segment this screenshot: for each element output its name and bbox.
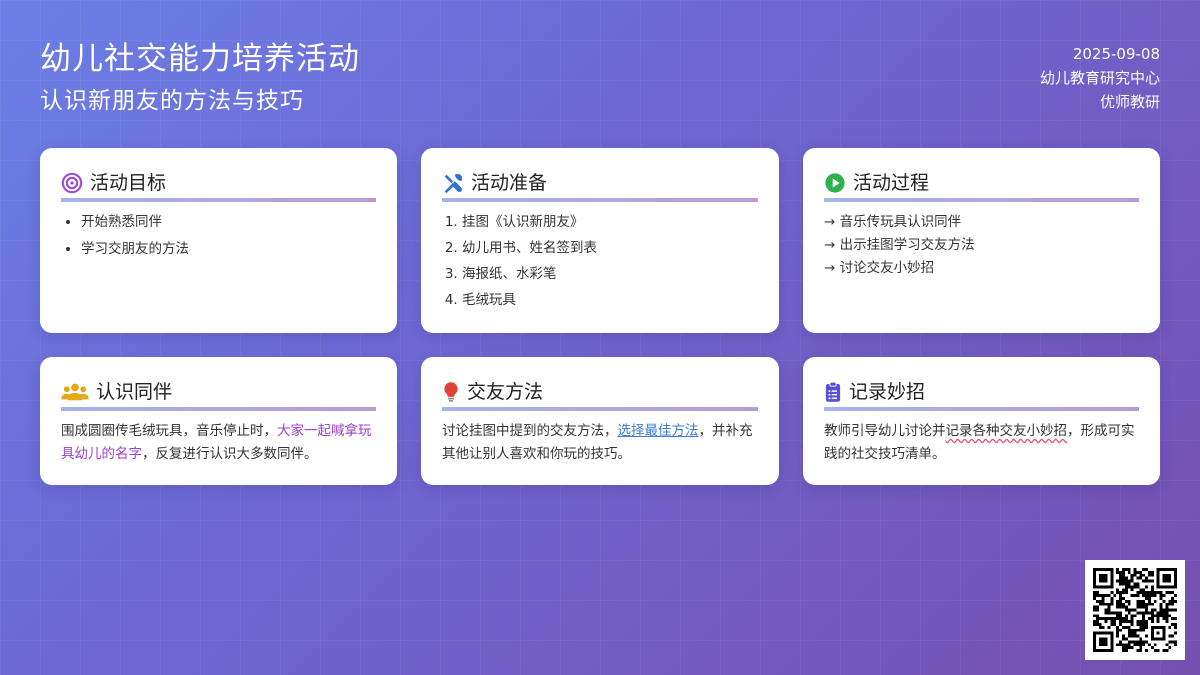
card-title: 交友方法	[467, 381, 544, 403]
tools-icon	[442, 172, 464, 194]
meta-info: 2025-09-08 幼儿教育研究中心 优师教研	[1040, 42, 1160, 114]
card-process: 活动过程 → 音乐传玩具认识同伴 → 出示挂图学习交友方法 → 讨论交友小妙招	[803, 148, 1160, 333]
card-body: 教师引导幼儿讨论并记录各种交友小妙招，形成可实践的社交技巧清单。	[824, 420, 1139, 466]
card-record: 记录妙招 教师引导幼儿讨论并记录各种交友小妙招，形成可实践的社交技巧清单。	[803, 357, 1160, 485]
description-text: 围成圆圈传毛绒玩具，音乐停止时，	[61, 423, 277, 439]
card-title: 活动目标	[90, 172, 167, 194]
qr-code-image	[1093, 568, 1177, 652]
card-header: 认识同伴	[61, 379, 376, 411]
target-icon	[61, 172, 83, 194]
author-label: 优师教研	[1099, 93, 1160, 111]
card-header: 活动准备	[442, 170, 758, 202]
card-methods: 交友方法 讨论挂图中提到的交友方法，选择最佳方法，并补充其他让别人喜欢和你玩的技…	[421, 357, 779, 485]
description-text: ，反复进行认识大多数同伴。	[142, 446, 318, 462]
page-title: 幼儿社交能力培养活动	[40, 41, 360, 77]
card-goals: 活动目标 开始熟悉同伴 学习交朋友的方法	[40, 148, 397, 333]
step-item: → 出示挂图学习交友方法	[824, 237, 975, 253]
card-header: 交友方法	[442, 379, 758, 411]
clipboard-icon	[824, 381, 842, 403]
card-header: 活动目标	[61, 170, 376, 202]
card-header: 活动过程	[824, 170, 1139, 202]
list-item: 挂图《认识新朋友》	[462, 211, 758, 234]
list-item: 开始熟悉同伴	[81, 211, 376, 234]
description-text: 教师引导幼儿讨论并	[824, 423, 946, 439]
description-text: 讨论挂图中提到的交友方法，	[442, 423, 618, 439]
date-label: 2025-09-08	[1072, 45, 1160, 63]
list-item: 学习交朋友的方法	[81, 238, 376, 261]
card-header: 记录妙招	[824, 379, 1139, 411]
card-body: 围成圆圈传毛绒玩具，音乐停止时，大家一起喊拿玩具幼儿的名字，反复进行认识大多数同…	[61, 420, 376, 466]
list-item: 幼儿用书、姓名签到表	[462, 237, 758, 260]
card-body: 讨论挂图中提到的交友方法，选择最佳方法，并补充其他让别人喜欢和你玩的技巧。	[442, 420, 758, 466]
highlight-link[interactable]: 选择最佳方法	[618, 423, 699, 439]
card-body: 开始熟悉同伴 学习交朋友的方法	[61, 211, 376, 261]
step-item: → 讨论交友小妙招	[824, 260, 935, 276]
card-title: 活动准备	[471, 172, 548, 194]
play-icon	[824, 172, 846, 194]
qr-code	[1085, 560, 1185, 660]
organization-label: 幼儿教育研究中心	[1039, 69, 1160, 87]
step-item: → 音乐传玩具认识同伴	[824, 214, 962, 230]
card-title: 活动过程	[853, 172, 930, 194]
list-item: 海报纸、水彩笔	[462, 263, 758, 286]
page-subtitle: 认识新朋友的方法与技巧	[40, 88, 304, 114]
card-body: 挂图《认识新朋友》 幼儿用书、姓名签到表 海报纸、水彩笔 毛绒玩具	[442, 211, 758, 312]
list-item: 毛绒玩具	[462, 289, 758, 312]
users-icon	[61, 381, 89, 403]
card-peers: 认识同伴 围成圆圈传毛绒玩具，音乐停止时，大家一起喊拿玩具幼儿的名字，反复进行认…	[40, 357, 397, 485]
card-title: 认识同伴	[96, 381, 173, 403]
card-title: 记录妙招	[849, 381, 926, 403]
highlight-text: 记录各种交友小妙招	[945, 423, 1068, 439]
lightbulb-icon	[442, 381, 460, 403]
card-prep: 活动准备 挂图《认识新朋友》 幼儿用书、姓名签到表 海报纸、水彩笔 毛绒玩具	[421, 148, 779, 333]
card-body: → 音乐传玩具认识同伴 → 出示挂图学习交友方法 → 讨论交友小妙招	[824, 211, 1139, 280]
page-header: 幼儿社交能力培养活动 认识新朋友的方法与技巧	[40, 40, 360, 116]
